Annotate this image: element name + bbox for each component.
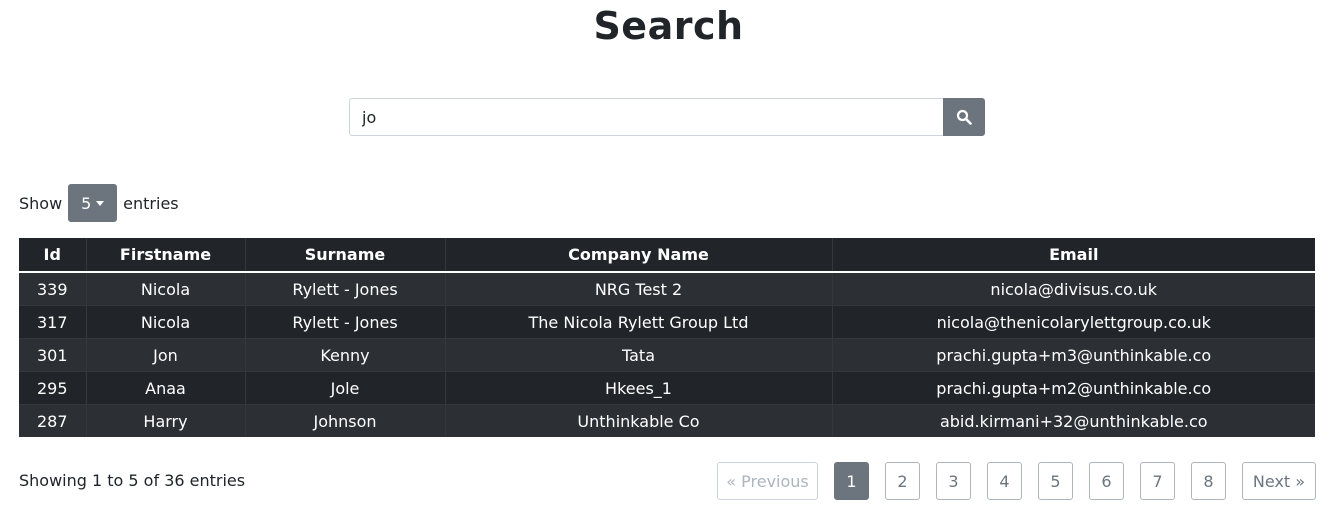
cell-company-name: NRG Test 2	[444, 271, 832, 306]
search-icon	[956, 109, 972, 125]
page-button-1[interactable]: 1	[834, 462, 869, 500]
page-button-6[interactable]: 6	[1089, 462, 1124, 500]
table-info-text: Showing 1 to 5 of 36 entries	[19, 471, 246, 490]
next-page-button[interactable]: Next »	[1242, 462, 1316, 500]
table-row[interactable]: 339 Nicola Rylett - Jones NRG Test 2 nic…	[19, 271, 1315, 306]
search-bar	[349, 98, 985, 136]
column-header-email[interactable]: Email	[831, 238, 1315, 273]
column-header-id[interactable]: Id	[19, 238, 86, 273]
column-header-surname[interactable]: Surname	[244, 238, 445, 273]
show-label: Show	[19, 193, 63, 213]
results-table: Id Firstname Surname Company Name Email …	[19, 238, 1315, 437]
cell-id: 295	[19, 371, 86, 405]
cell-company-name: Tata	[444, 338, 832, 372]
column-header-firstname[interactable]: Firstname	[85, 238, 245, 273]
caret-down-icon	[96, 200, 105, 206]
page-button-4[interactable]: 4	[987, 462, 1022, 500]
table-row[interactable]: 287 Harry Johnson Unthinkable Co abid.ki…	[19, 404, 1315, 437]
search-page: Search Show 5 entries Id Firstn	[0, 0, 1337, 509]
cell-email: nicola@divisus.co.uk	[831, 271, 1315, 306]
cell-email: prachi.gupta+m2@unthinkable.co	[831, 371, 1315, 405]
cell-firstname: Nicola	[85, 271, 245, 306]
table-header-row: Id Firstname Surname Company Name Email	[19, 238, 1315, 273]
table-row[interactable]: 317 Nicola Rylett - Jones The Nicola Ryl…	[19, 305, 1315, 339]
entries-length-control: Show 5 entries	[19, 184, 179, 222]
page-button-3[interactable]: 3	[936, 462, 971, 500]
page-button-8[interactable]: 8	[1191, 462, 1226, 500]
page-title: Search	[593, 4, 744, 48]
previous-page-button[interactable]: « Previous	[717, 462, 818, 500]
entries-label: entries	[123, 193, 179, 213]
cell-surname: Johnson	[244, 404, 445, 437]
cell-id: 301	[19, 338, 86, 372]
entries-dropdown[interactable]: 5	[68, 184, 118, 222]
search-input[interactable]	[349, 98, 943, 136]
page-button-2[interactable]: 2	[885, 462, 920, 500]
page-button-5[interactable]: 5	[1038, 462, 1073, 500]
cell-email: abid.kirmani+32@unthinkable.co	[831, 404, 1315, 437]
column-header-company-name[interactable]: Company Name	[444, 238, 832, 273]
cell-surname: Kenny	[244, 338, 445, 372]
table-row[interactable]: 301 Jon Kenny Tata prachi.gupta+m3@unthi…	[19, 338, 1315, 372]
cell-surname: Jole	[244, 371, 445, 405]
cell-email: nicola@thenicolarylettgroup.co.uk	[831, 305, 1315, 339]
cell-email: prachi.gupta+m3@unthinkable.co	[831, 338, 1315, 372]
cell-firstname: Anaa	[85, 371, 245, 405]
cell-id: 287	[19, 404, 86, 437]
cell-id: 339	[19, 271, 86, 306]
cell-surname: Rylett - Jones	[244, 271, 445, 306]
search-button[interactable]	[943, 98, 985, 136]
cell-firstname: Harry	[85, 404, 245, 437]
cell-company-name: Unthinkable Co	[444, 404, 832, 437]
cell-id: 317	[19, 305, 86, 339]
entries-selected-value: 5	[81, 193, 92, 213]
cell-company-name: Hkees_1	[444, 371, 832, 405]
table-row[interactable]: 295 Anaa Jole Hkees_1 prachi.gupta+m2@un…	[19, 371, 1315, 405]
page-button-7[interactable]: 7	[1140, 462, 1175, 500]
cell-surname: Rylett - Jones	[244, 305, 445, 339]
cell-firstname: Nicola	[85, 305, 245, 339]
cell-company-name: The Nicola Rylett Group Ltd	[444, 305, 832, 339]
cell-firstname: Jon	[85, 338, 245, 372]
